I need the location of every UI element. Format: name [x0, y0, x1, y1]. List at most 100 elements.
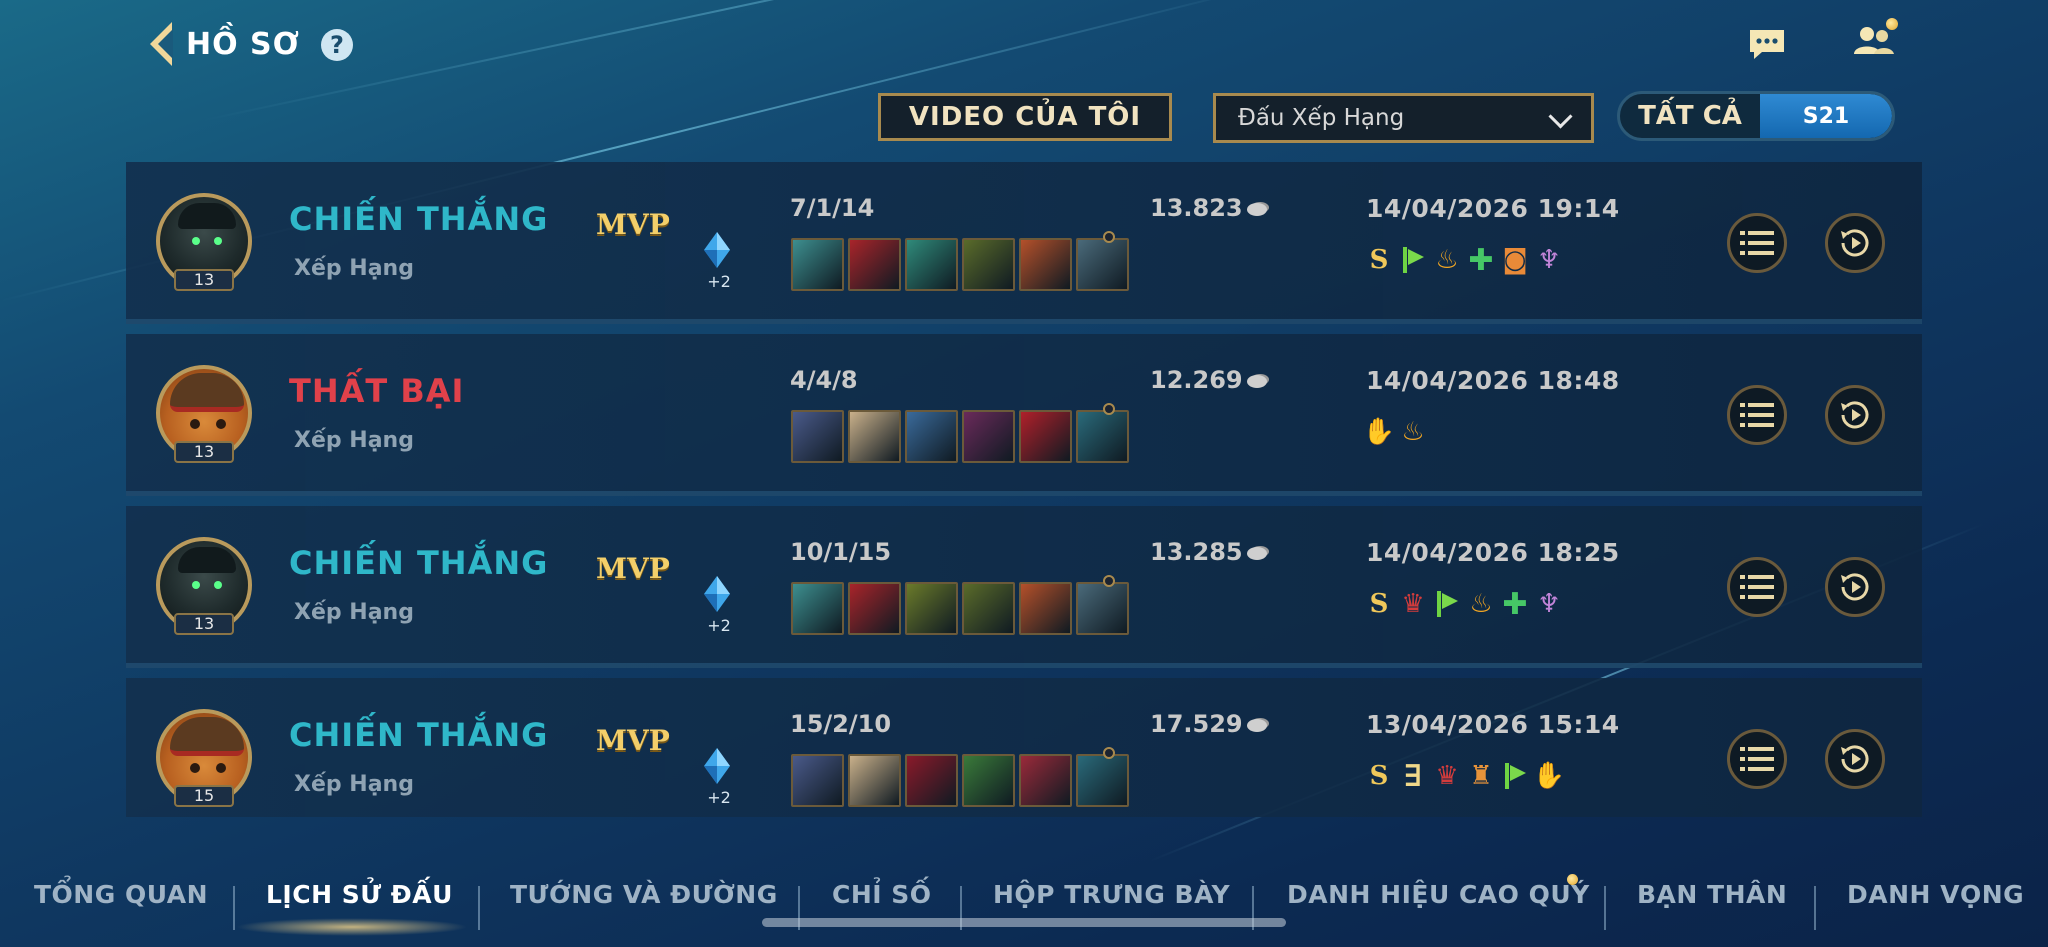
item-slot	[791, 238, 844, 291]
item-slot	[1076, 403, 1129, 463]
back-button[interactable]: HỒ SƠ	[150, 22, 300, 66]
tab-1[interactable]: LỊCH SỬ ĐẤU	[266, 880, 453, 909]
gold-value: 17.529	[1150, 710, 1243, 738]
tab-7[interactable]: DANH VỌNG	[1847, 880, 2024, 909]
gem-icon	[704, 576, 730, 612]
hero-level-badge: 15	[174, 785, 234, 807]
item-slot	[791, 410, 844, 463]
match-mode: Xếp Hạng	[294, 428, 414, 453]
tab-6[interactable]: BẠN THÂN	[1637, 880, 1787, 909]
tab-separator	[1814, 886, 1816, 930]
achievement-badges: ✋ ♨	[1362, 417, 1428, 447]
item-slot	[905, 410, 958, 463]
gem-icon	[704, 232, 730, 268]
gold-badge-icon: ◙	[1502, 245, 1528, 275]
match-history-list[interactable]: 13 CHIẾN THẮNG Xếp Hạng MVP +2 7/1/14 13…	[126, 162, 1922, 817]
chat-icon[interactable]	[1748, 28, 1786, 60]
match-result: THẤT BẠI	[289, 372, 465, 410]
wings-badge-icon: ♆	[1537, 245, 1561, 275]
item-mark-icon	[1103, 403, 1115, 415]
coin-icon	[1246, 546, 1267, 560]
my-videos-button[interactable]: VIDEO CỦA TÔI	[878, 93, 1172, 141]
item-mark-icon	[1103, 231, 1115, 243]
tab-3[interactable]: CHỈ SỐ	[832, 880, 932, 909]
tab-2[interactable]: TƯỚNG VÀ ĐƯỜNG	[510, 880, 778, 909]
match-details-button[interactable]	[1727, 213, 1787, 273]
active-tab-glow	[236, 918, 468, 936]
item-slot	[905, 582, 958, 635]
mode-select-value: Đấu Xếp Hạng	[1238, 105, 1405, 131]
match-mode: Xếp Hạng	[294, 600, 414, 625]
gem-count: +2	[707, 272, 731, 291]
gold-earned: 13.823	[1150, 194, 1267, 222]
heal-badge-icon: ✚	[1502, 586, 1528, 622]
item-slot	[848, 754, 901, 807]
match-datetime: 14/04/2026 18:25	[1366, 538, 1620, 567]
s-rank-badge-icon: S	[1369, 589, 1389, 619]
damage-badge-icon: ♛	[1401, 589, 1425, 619]
tab-0[interactable]: TỔNG QUAN	[34, 880, 208, 909]
help-icon[interactable]: ?	[321, 29, 353, 61]
coin-icon	[1246, 718, 1267, 732]
season-current-option[interactable]: S21	[1760, 94, 1892, 138]
heal-badge-icon: ✚	[1468, 242, 1494, 278]
back-chevron-icon	[150, 22, 173, 66]
item-slot	[962, 238, 1015, 291]
item-slot	[905, 238, 958, 291]
achievement-badges: S ♨ ✚ ◙ ♆	[1364, 242, 1564, 278]
item-build	[791, 403, 1129, 463]
item-build	[791, 231, 1129, 291]
match-row[interactable]: 13 THẤT BẠI Xếp Hạng 4/4/8 12.269 14/04/…	[126, 334, 1922, 496]
replay-button[interactable]	[1825, 729, 1885, 789]
tab-5[interactable]: DANH HIỆU CAO QUÝ	[1287, 880, 1590, 909]
item-slot	[1076, 747, 1129, 807]
match-datetime: 14/04/2026 18:48	[1366, 366, 1620, 395]
match-row[interactable]: 13 CHIẾN THẮNG Xếp Hạng MVP +2 10/1/15 1…	[126, 506, 1922, 668]
replay-button[interactable]	[1825, 557, 1885, 617]
item-slot	[962, 754, 1015, 807]
gem-count: +2	[707, 616, 731, 635]
chevron-down-icon	[1548, 104, 1573, 129]
flag-badge-icon	[1398, 245, 1428, 275]
fire-badge-icon: ♨	[1469, 589, 1493, 619]
tab-separator	[478, 886, 480, 930]
match-row[interactable]: 13 CHIẾN THẮNG Xếp Hạng MVP +2 7/1/14 13…	[126, 162, 1922, 324]
gem-count: +2	[707, 788, 731, 807]
item-build	[791, 747, 1129, 807]
gold-earned: 12.269	[1150, 366, 1267, 394]
match-details-button[interactable]	[1727, 557, 1787, 617]
match-result: CHIẾN THẮNG	[289, 544, 549, 582]
list-icon	[1740, 575, 1774, 599]
mvp-label: MVP	[596, 208, 670, 241]
support-badge-icon: ✋	[1362, 417, 1396, 447]
list-icon	[1740, 403, 1774, 427]
match-result: CHIẾN THẮNG	[289, 200, 549, 238]
replay-button[interactable]	[1825, 385, 1885, 445]
item-mark-icon	[1103, 747, 1115, 759]
triple-kill-badge-icon: ∃	[1403, 758, 1423, 794]
tank-badge-icon: ♜	[1469, 761, 1493, 791]
tab-separator	[233, 886, 235, 930]
kda: 10/1/15	[790, 538, 892, 566]
match-details-button[interactable]	[1727, 729, 1787, 789]
mvp-label: MVP	[596, 724, 670, 757]
wings-badge-icon: ♆	[1537, 589, 1561, 619]
match-details-button[interactable]	[1727, 385, 1787, 445]
support-badge-icon: ✋	[1532, 761, 1566, 791]
match-row[interactable]: 15 CHIẾN THẮNG Xếp Hạng MVP +2 15/2/10 1…	[126, 678, 1922, 817]
item-slot	[791, 754, 844, 807]
match-mode: Xếp Hạng	[294, 772, 414, 797]
tab-notification-dot	[1567, 874, 1578, 885]
season-all-option[interactable]: TẤT CẢ	[1620, 94, 1760, 138]
mode-select[interactable]: Đấu Xếp Hạng	[1213, 93, 1594, 143]
kda: 7/1/14	[790, 194, 875, 222]
replay-button[interactable]	[1825, 213, 1885, 273]
season-toggle[interactable]: TẤT CẢ S21	[1617, 91, 1895, 141]
replay-icon	[1841, 745, 1869, 773]
match-mode: Xếp Hạng	[294, 256, 414, 281]
replay-icon	[1841, 401, 1869, 429]
gold-earned: 17.529	[1150, 710, 1267, 738]
tab-4[interactable]: HỘP TRƯNG BÀY	[993, 880, 1230, 909]
replay-icon	[1841, 573, 1869, 601]
match-datetime: 13/04/2026 15:14	[1366, 710, 1620, 739]
